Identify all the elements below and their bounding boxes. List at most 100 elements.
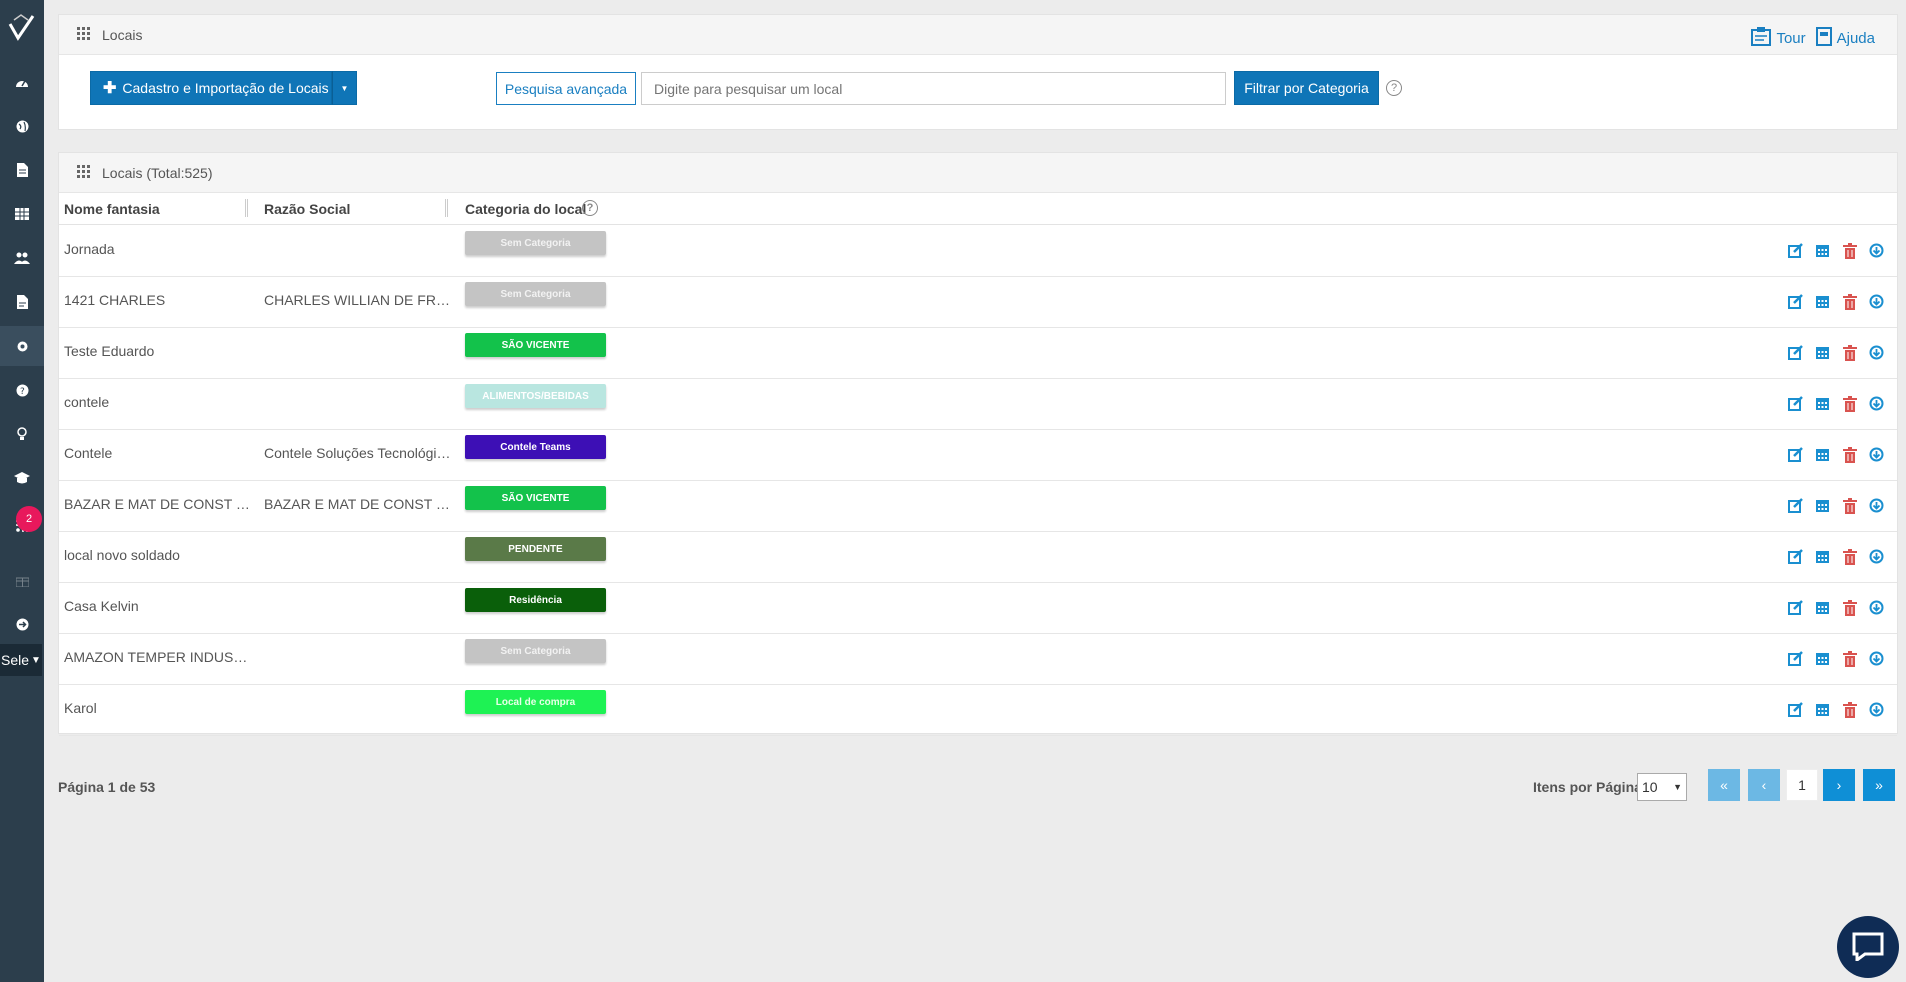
edit-icon[interactable]: [1787, 548, 1804, 565]
logout-icon[interactable]: [0, 604, 44, 644]
edit-icon[interactable]: [1787, 446, 1804, 463]
category-badge: Sem Categoria: [465, 639, 606, 663]
table-row[interactable]: Jornada Sem Categoria: [59, 226, 1897, 277]
trash-icon[interactable]: [1841, 446, 1858, 463]
calendar-icon[interactable]: [1814, 395, 1831, 412]
calendar-icon[interactable]: [1814, 344, 1831, 361]
help-icon[interactable]: ?: [0, 370, 44, 410]
grid-icon: [77, 164, 90, 181]
graduation-icon[interactable]: [0, 458, 44, 498]
dashboard-icon[interactable]: [0, 62, 44, 102]
help-link[interactable]: Ajuda: [1815, 27, 1875, 50]
add-locais-button[interactable]: ✚ Cadastro e Importação de Locais: [90, 71, 332, 105]
header-name[interactable]: Nome fantasia: [64, 201, 160, 217]
table-row[interactable]: BAZAR E MAT DE CONST MARTINS BAZAR E MAT …: [59, 481, 1897, 532]
cell-name: contele: [64, 394, 110, 410]
language-select[interactable]: Sele ▼: [0, 644, 42, 676]
cell-razao: Contele Soluções Tecnológicas: [264, 445, 456, 461]
calendar-icon[interactable]: [1814, 599, 1831, 616]
help-icon[interactable]: ?: [1386, 80, 1402, 96]
edit-icon[interactable]: [1787, 497, 1804, 514]
calendar-icon[interactable]: [1814, 446, 1831, 463]
edit-icon[interactable]: [1787, 242, 1804, 259]
download-icon[interactable]: [1868, 497, 1885, 514]
edit-icon[interactable]: [1787, 701, 1804, 718]
edit-icon[interactable]: [1787, 395, 1804, 412]
current-page[interactable]: 1: [1786, 769, 1818, 801]
report-icon[interactable]: [0, 282, 44, 322]
header-categoria[interactable]: Categoria do local: [465, 201, 586, 217]
header-razao[interactable]: Razão Social: [264, 201, 350, 217]
category-badge: PENDENTE: [465, 537, 606, 561]
document-icon[interactable]: [0, 150, 44, 190]
plus-icon: ✚: [103, 80, 117, 97]
app-logo[interactable]: [4, 10, 38, 44]
download-icon[interactable]: [1868, 242, 1885, 259]
download-icon[interactable]: [1868, 344, 1885, 361]
trash-icon[interactable]: [1841, 548, 1858, 565]
calendar-icon[interactable]: [1814, 293, 1831, 310]
trash-icon[interactable]: [1841, 395, 1858, 412]
trash-icon[interactable]: [1841, 344, 1858, 361]
download-icon[interactable]: [1868, 446, 1885, 463]
table-row[interactable]: 1421 CHARLES CHARLES WILLIAN DE FRANÇA Sem…: [59, 277, 1897, 328]
prev-page-button[interactable]: ‹: [1748, 769, 1780, 801]
gift-icon[interactable]: [0, 560, 44, 600]
cell-name: Jornada: [64, 241, 115, 257]
add-locais-label: Cadastro e Importação de Locais: [122, 80, 329, 96]
advanced-search-button[interactable]: Pesquisa avançada: [496, 72, 636, 105]
category-help-icon[interactable]: ?: [582, 200, 598, 216]
globe-icon[interactable]: [0, 106, 44, 146]
trash-icon[interactable]: [1841, 497, 1858, 514]
chat-widget-button[interactable]: [1837, 916, 1899, 978]
table-row[interactable]: Teste Eduardo SÃO VICENTE: [59, 328, 1897, 379]
download-icon[interactable]: [1868, 701, 1885, 718]
calendar-icon[interactable]: [1814, 548, 1831, 565]
filter-category-button[interactable]: Filtrar por Categoria: [1234, 71, 1379, 105]
items-per-page-select[interactable]: 10 ▼: [1637, 773, 1687, 801]
trash-icon[interactable]: [1841, 650, 1858, 667]
calendar-icon[interactable]: [1814, 650, 1831, 667]
download-icon[interactable]: [1868, 395, 1885, 412]
trash-icon[interactable]: [1841, 293, 1858, 310]
edit-icon[interactable]: [1787, 293, 1804, 310]
tour-label: Tour: [1776, 30, 1806, 47]
calendar-icon[interactable]: [1814, 497, 1831, 514]
download-icon[interactable]: [1868, 293, 1885, 310]
next-page-button[interactable]: ›: [1823, 769, 1855, 801]
table-icon[interactable]: [0, 194, 44, 234]
users-icon[interactable]: [0, 238, 44, 278]
edit-icon[interactable]: [1787, 344, 1804, 361]
row-actions: [1787, 293, 1885, 310]
trash-icon[interactable]: [1841, 599, 1858, 616]
table-row[interactable]: Casa Kelvin Residência: [59, 583, 1897, 634]
tour-link[interactable]: Tour: [1751, 27, 1806, 50]
calendar-icon[interactable]: [1814, 242, 1831, 259]
download-icon[interactable]: [1868, 548, 1885, 565]
first-page-button[interactable]: «: [1708, 769, 1740, 801]
last-page-button[interactable]: »: [1863, 769, 1895, 801]
table-row[interactable]: Karol Local de compra: [59, 685, 1897, 736]
chat-bubble-icon: [1851, 931, 1885, 964]
column-resize-handle[interactable]: [445, 199, 448, 217]
add-locais-dropdown-button[interactable]: ▼: [332, 71, 357, 105]
gear-icon[interactable]: [0, 326, 44, 366]
table-row[interactable]: contele ALIMENTOS/BEBIDAS: [59, 379, 1897, 430]
table-row[interactable]: local novo soldado PENDENTE: [59, 532, 1897, 583]
edit-icon[interactable]: [1787, 599, 1804, 616]
trash-icon[interactable]: [1841, 242, 1858, 259]
table-row[interactable]: AMAZON TEMPER INDUSTRIA Sem Categoria: [59, 634, 1897, 685]
edit-icon[interactable]: [1787, 650, 1804, 667]
row-actions: [1787, 701, 1885, 718]
search-input[interactable]: [641, 72, 1226, 105]
calendar-icon[interactable]: [1814, 701, 1831, 718]
page-title: Locais: [102, 26, 143, 43]
table-row[interactable]: Contele Contele Soluções Tecnológicas Cont…: [59, 430, 1897, 481]
download-icon[interactable]: [1868, 650, 1885, 667]
table-title: Locais (Total:525): [102, 164, 213, 181]
lightbulb-icon[interactable]: [0, 414, 44, 454]
trash-icon[interactable]: [1841, 701, 1858, 718]
category-badge: Sem Categoria: [465, 231, 606, 255]
download-icon[interactable]: [1868, 599, 1885, 616]
column-resize-handle[interactable]: [245, 199, 248, 217]
